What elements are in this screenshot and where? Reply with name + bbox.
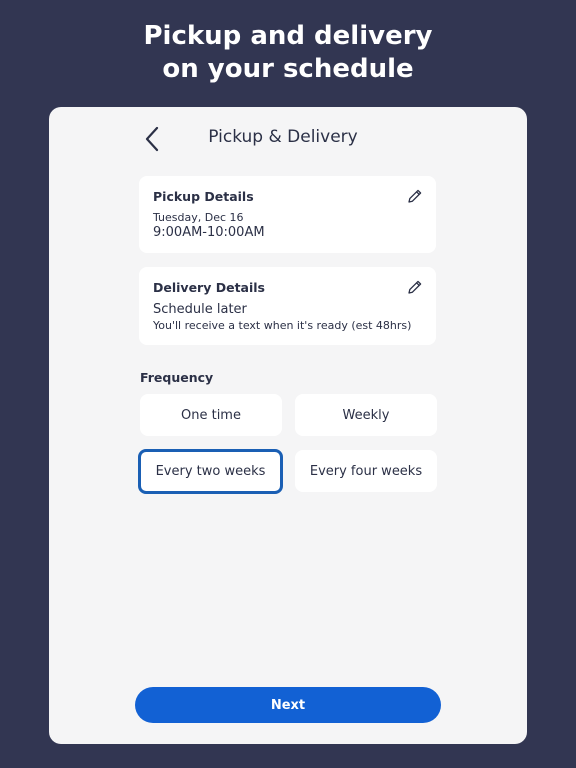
frequency-option-weekly[interactable]: Weekly bbox=[295, 394, 437, 436]
pickup-edit-button[interactable] bbox=[407, 188, 423, 204]
pickup-date: Tuesday, Dec 16 bbox=[153, 211, 244, 224]
frequency-label: Frequency bbox=[140, 370, 214, 385]
delivery-edit-button[interactable] bbox=[407, 279, 423, 295]
delivery-details-title: Delivery Details bbox=[153, 280, 265, 295]
delivery-status: Schedule later bbox=[153, 302, 247, 317]
delivery-details-card: Delivery Details Schedule later You'll r… bbox=[139, 267, 436, 345]
frequency-option-every-four-weeks[interactable]: Every four weeks bbox=[295, 450, 437, 492]
pickup-details-title: Pickup Details bbox=[153, 189, 254, 204]
headline-line-2: on your schedule bbox=[162, 54, 414, 84]
frequency-option-one-time[interactable]: One time bbox=[140, 394, 282, 436]
pencil-icon bbox=[408, 189, 422, 203]
page-title: Pickup & Delivery bbox=[208, 127, 358, 147]
frequency-option-every-two-weeks[interactable]: Every two weeks bbox=[138, 449, 283, 494]
pickup-details-card: Pickup Details Tuesday, Dec 16 9:00AM-10… bbox=[139, 176, 436, 253]
headline-line-1: Pickup and delivery bbox=[143, 21, 433, 51]
next-button[interactable]: Next bbox=[135, 687, 441, 723]
pencil-icon bbox=[408, 280, 422, 294]
pickup-time: 9:00AM-10:00AM bbox=[153, 225, 265, 240]
delivery-note: You'll receive a text when it's ready (e… bbox=[153, 319, 412, 332]
app-screen: Pickup & Delivery Pickup Details Tuesday… bbox=[49, 107, 527, 744]
headline: Pickup and delivery on your schedule bbox=[0, 20, 576, 86]
